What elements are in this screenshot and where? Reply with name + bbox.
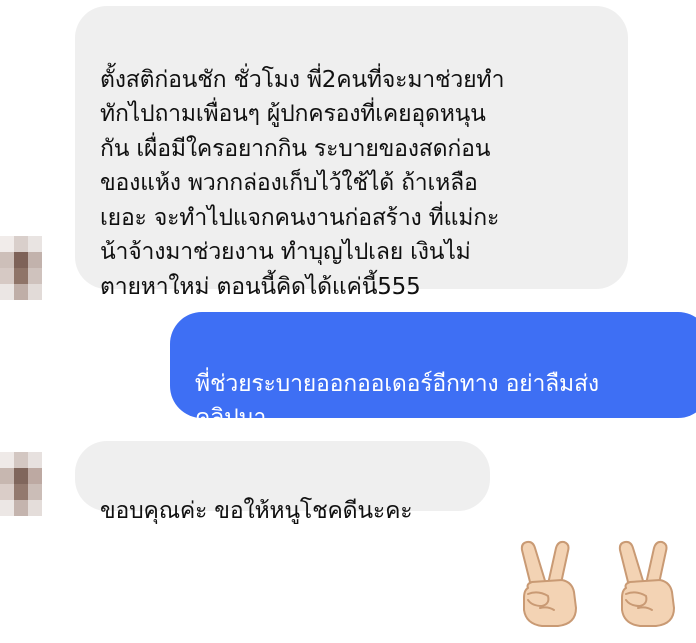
avatar[interactable] <box>0 236 42 300</box>
incoming-message-bubble[interactable]: ขอบคุณค่ะ ขอให้หนูโชคดีนะคะ <box>75 441 490 524</box>
outgoing-message-bubble[interactable]: พี่ช่วยระบายออกออเดอร์อีกทาง อย่าลืมส่ง … <box>170 312 696 431</box>
victory-hand-icon[interactable] <box>514 540 582 628</box>
message-text: ขอบคุณค่ะ ขอให้หนูโชคดีนะคะ <box>100 497 413 524</box>
avatar[interactable] <box>0 452 42 516</box>
victory-hand-icon[interactable] <box>612 540 680 628</box>
incoming-message-bubble[interactable]: ตั้งสติก่อนชัก ชั่วโมง พี่2คนที่จะมาช่วย… <box>75 6 628 300</box>
message-text: พี่ช่วยระบายออกออเดอร์อีกทาง อย่าลืมส่ง … <box>195 370 599 432</box>
message-text: ตั้งสติก่อนชัก ชั่วโมง พี่2คนที่จะมาช่วย… <box>100 66 505 300</box>
